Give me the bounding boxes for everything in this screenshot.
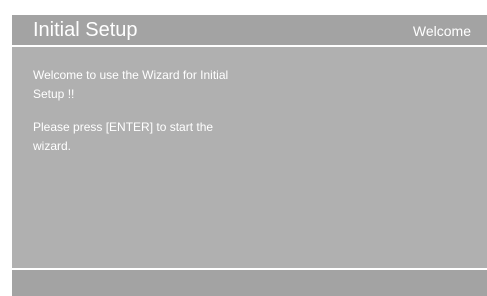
wizard-content-panel: Welcome to use the Wizard for Initial Se… xyxy=(12,47,487,268)
wizard-header: Initial Setup Welcome xyxy=(12,15,487,46)
start-instruction: Please press [ENTER] to start the wizard… xyxy=(33,120,214,153)
welcome-message: Welcome to use the Wizard for Initial Se… xyxy=(33,68,229,101)
wizard-footer xyxy=(12,270,487,296)
wizard-title: Initial Setup xyxy=(33,19,138,41)
wizard-step-label: Welcome xyxy=(412,23,471,39)
setup-wizard-window: Initial Setup Welcome Welcome to use the… xyxy=(12,15,487,296)
